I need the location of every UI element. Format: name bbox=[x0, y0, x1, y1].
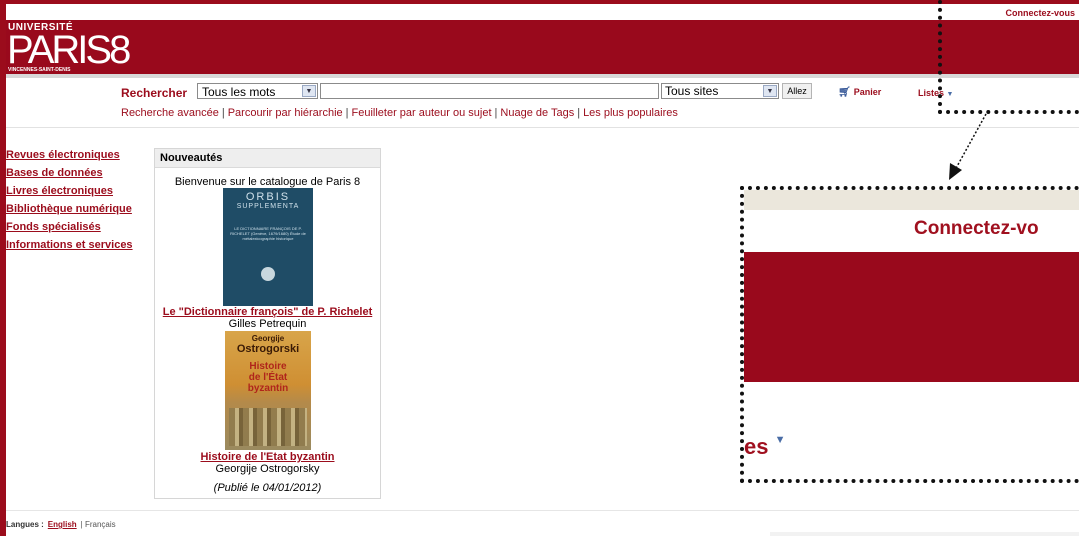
cover-title-line: de l'État bbox=[248, 372, 288, 383]
search-label: Rechercher bbox=[121, 86, 188, 100]
left-frame-border bbox=[0, 0, 6, 536]
cart-icon: 🛒︎ bbox=[838, 87, 851, 98]
english-link[interactable]: English bbox=[48, 520, 77, 529]
news-box: Nouveautés Bienvenue sur le catalogue de… bbox=[154, 148, 381, 499]
published-date: (Publié le 04/01/2012) bbox=[213, 482, 322, 494]
cover-author-last: Ostrogorski bbox=[236, 343, 300, 355]
header-divider bbox=[6, 74, 1079, 78]
cover-text: LE DICTIONNAIRE FRANÇOIS DE P. RICHELET … bbox=[230, 226, 306, 241]
cover-series: ORBIS bbox=[245, 191, 291, 203]
book-author: Gilles Petrequin bbox=[228, 318, 307, 330]
welcome-text: Bienvenue sur le catalogue de Paris 8 bbox=[174, 176, 361, 188]
nav-item-digital-library[interactable]: Bibliothèque numérique bbox=[6, 200, 133, 218]
book-author: Georgije Ostrogorsky bbox=[215, 463, 320, 475]
cover-seal-icon bbox=[261, 267, 275, 281]
french-label: | Français bbox=[80, 520, 116, 529]
separator: | bbox=[494, 107, 498, 119]
logo-paris-text: PARIS8 bbox=[7, 28, 131, 72]
separator: | bbox=[577, 107, 581, 119]
zoom-lists-text: es bbox=[744, 434, 769, 459]
separator: | bbox=[221, 107, 225, 119]
sidebar-nav: Revues électroniques Bases de données Li… bbox=[6, 146, 133, 254]
cart-link[interactable]: 🛒︎ Panier bbox=[838, 87, 881, 98]
university-logo[interactable]: UNIVERSITÉ PARIS8 VINCENNES-SAINT-DENIS bbox=[6, 20, 131, 74]
browse-author-subject-link[interactable]: Feuilleter par auteur ou sujet bbox=[352, 107, 492, 119]
nav-item-information[interactable]: Informations et services bbox=[6, 236, 133, 254]
zoom-grey-bar bbox=[744, 190, 1079, 210]
header-banner bbox=[6, 20, 1079, 74]
zoom-login-text: Connectez-vo bbox=[914, 218, 1039, 239]
nav-item-databases[interactable]: Bases de données bbox=[6, 164, 133, 182]
zoom-callout: Connectez-vo es ▼ bbox=[740, 186, 1079, 483]
cover-title-line: Histoire bbox=[249, 361, 287, 372]
site-select[interactable]: Tous sites ▼ bbox=[661, 83, 779, 99]
separator: | bbox=[345, 107, 349, 119]
search-input[interactable] bbox=[320, 83, 659, 99]
chevron-down-icon[interactable]: ▼ bbox=[302, 85, 316, 97]
zoom-banner bbox=[744, 252, 1079, 382]
zoom-lists-fragment: es ▼ bbox=[744, 434, 786, 460]
logo-sub-text: VINCENNES-SAINT-DENIS bbox=[8, 67, 71, 73]
go-button[interactable]: Allez bbox=[782, 83, 812, 99]
book-cover-richelet[interactable]: ORBIS SUPPLEMENTA LE DICTIONNAIRE FRANÇO… bbox=[223, 188, 313, 306]
cover-author-first: Georgije bbox=[251, 334, 285, 343]
book-title-link[interactable]: Histoire de l'Etat byzantin bbox=[155, 451, 380, 463]
search-scope-value: Tous les mots bbox=[202, 85, 276, 99]
book-title-link[interactable]: Le "Dictionnaire françois" de P. Richele… bbox=[155, 306, 380, 318]
site-select-value: Tous sites bbox=[665, 84, 719, 98]
book-cover-byzantine[interactable]: Georgije Ostrogorski Histoire de l'État … bbox=[225, 331, 311, 450]
language-switcher: Langues : English | Français bbox=[6, 520, 116, 529]
advanced-search-link[interactable]: Recherche avancée bbox=[121, 107, 219, 119]
bottom-strip bbox=[770, 532, 1079, 536]
browse-hierarchy-link[interactable]: Parcourir par hiérarchie bbox=[228, 107, 343, 119]
nav-item-special-collections[interactable]: Fonds spécialisés bbox=[6, 218, 133, 236]
most-popular-link[interactable]: Les plus populaires bbox=[583, 107, 678, 119]
chevron-down-icon[interactable]: ▼ bbox=[763, 85, 777, 97]
cover-illustration bbox=[229, 408, 307, 446]
tag-cloud-link[interactable]: Nuage de Tags bbox=[500, 107, 574, 119]
zoom-source-outline bbox=[938, 0, 1079, 114]
cover-sub: SUPPLEMENTA bbox=[236, 203, 300, 210]
footer-divider bbox=[6, 510, 1079, 511]
news-heading: Nouveautés bbox=[155, 149, 380, 168]
dropdown-triangle-icon: ▼ bbox=[774, 434, 786, 446]
nav-item-ebooks[interactable]: Livres électroniques bbox=[6, 182, 133, 200]
search-sublinks: Recherche avancée | Parcourir par hiérarch… bbox=[121, 107, 678, 119]
search-scope-select[interactable]: Tous les mots ▼ bbox=[197, 83, 318, 99]
nav-item-ejournals[interactable]: Revues électroniques bbox=[6, 146, 133, 164]
top-frame-border bbox=[6, 0, 1079, 4]
cover-title-line: byzantin bbox=[247, 383, 289, 394]
cart-label: Panier bbox=[853, 87, 882, 97]
languages-label: Langues : bbox=[6, 520, 44, 529]
divider bbox=[6, 127, 1079, 128]
